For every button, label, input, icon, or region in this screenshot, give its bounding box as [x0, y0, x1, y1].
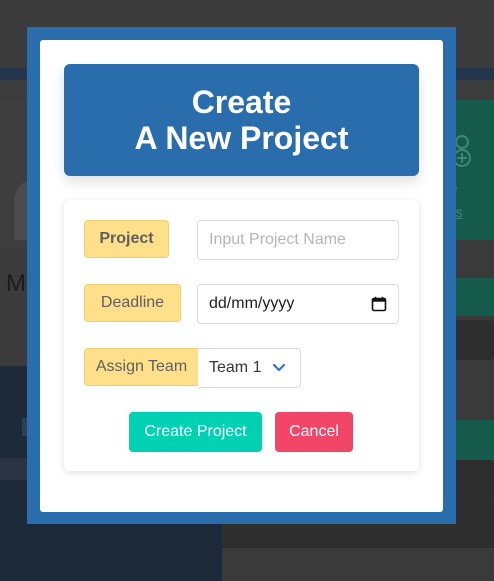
project-form: Project Deadline dd/mm/yyyy Assign Team …: [64, 200, 419, 471]
deadline-date-input[interactable]: dd/mm/yyyy: [197, 284, 399, 324]
deadline-date-value: dd/mm/yyyy: [209, 295, 295, 312]
bg-teal-card: [456, 278, 494, 316]
team-select[interactable]: Team 1: [198, 348, 301, 388]
modal-title-line-2: A New Project: [134, 120, 349, 156]
cancel-button[interactable]: Cancel: [275, 412, 353, 452]
bg-teal-card-2: [456, 420, 494, 460]
deadline-label: Deadline: [84, 284, 181, 322]
calendar-icon[interactable]: [371, 296, 387, 312]
create-project-button[interactable]: Create Project: [129, 412, 262, 452]
modal-title-line-1: Create: [191, 84, 292, 120]
project-label: Project: [84, 220, 169, 258]
assign-team-label: Assign Team: [84, 348, 199, 386]
bg-bottom-strip: [222, 548, 494, 581]
modal-title-banner: Create A New Project: [64, 64, 419, 176]
bg-heading: M: [6, 270, 26, 297]
team-select-value: Team 1: [209, 359, 262, 376]
project-name-input[interactable]: [197, 220, 399, 260]
chevron-down-icon: [272, 363, 286, 372]
create-project-modal: Create A New Project Project Deadline dd…: [40, 40, 443, 512]
